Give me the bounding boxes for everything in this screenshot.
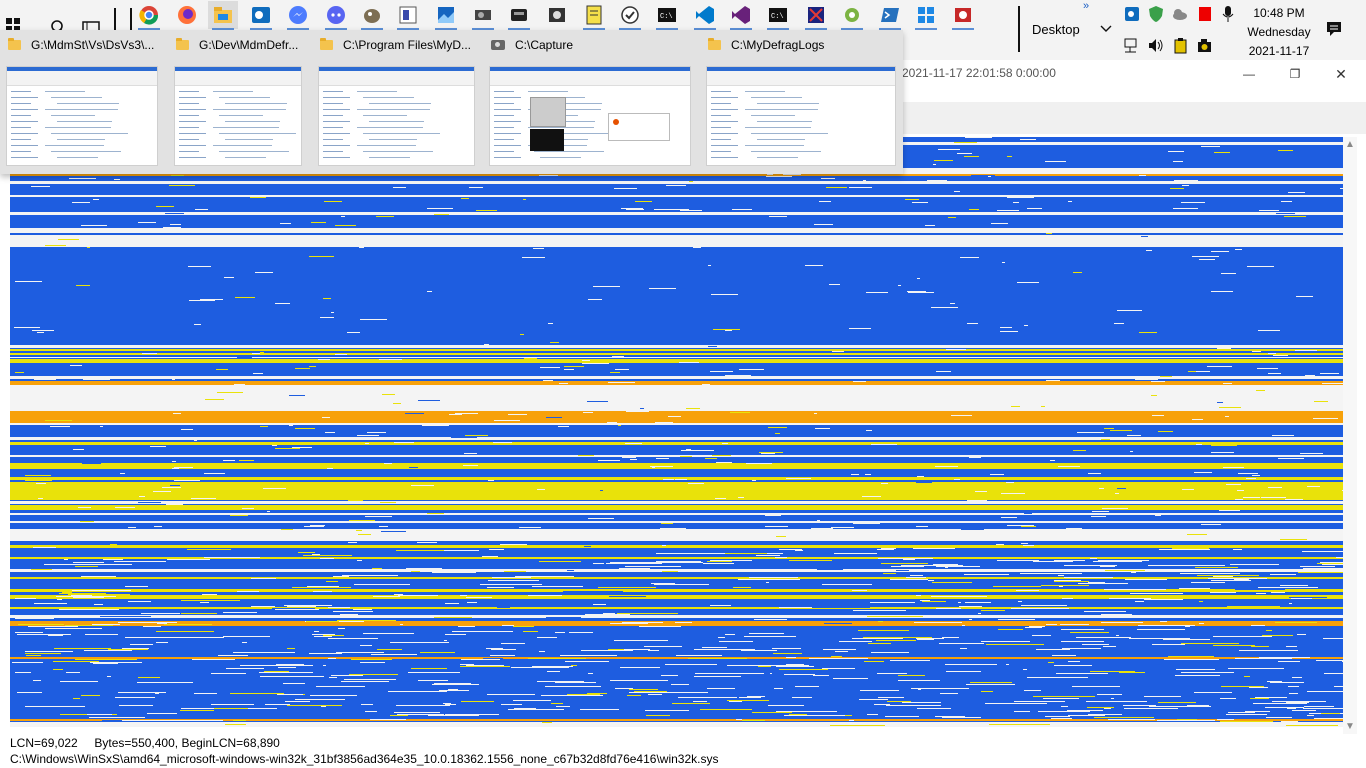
visual-studio-icon[interactable] <box>730 4 752 26</box>
window-title: 2021-11-17 22:01:58 0:00:00 <box>902 66 1056 80</box>
more-apps-chevron[interactable]: » <box>1083 0 1089 12</box>
thumbnail-title: G:\MdmSt\Vs\DsVs3\... <box>31 38 155 52</box>
folder-icon <box>176 38 189 50</box>
clock-date: 2021-11-17 <box>1248 44 1310 58</box>
notepad-icon[interactable] <box>583 4 605 26</box>
action-center-icon[interactable] <box>1325 20 1343 43</box>
thumbnail-title: C:\Capture <box>515 38 574 52</box>
chrome-icon[interactable] <box>138 4 160 26</box>
taskbar-separator <box>1018 6 1020 52</box>
chevron-down-icon[interactable] <box>1100 22 1112 36</box>
svg-text:C:\: C:\ <box>660 13 673 21</box>
disk-map-canvas <box>10 137 1343 727</box>
outlook-tray-icon[interactable] <box>1123 5 1141 23</box>
thumbnail-header: C:\Capture <box>491 36 573 54</box>
grid-icon[interactable] <box>915 4 937 26</box>
camera-icon[interactable] <box>1196 37 1213 54</box>
paint-icon[interactable] <box>397 4 419 26</box>
thumbnail-header: C:\MyDefragLogs <box>708 36 824 54</box>
app-icon[interactable] <box>805 4 827 26</box>
running-indicator <box>952 28 974 30</box>
taskbar-separator <box>114 8 116 30</box>
steam-icon[interactable] <box>472 4 494 26</box>
snipping-icon[interactable] <box>952 4 974 26</box>
running-indicator <box>915 28 937 30</box>
thumbnail-title: C:\Program Files\MyD... <box>343 38 472 52</box>
thumbnail-window-4[interactable]: C:\Capture <box>483 30 700 174</box>
camera-icon <box>491 40 505 50</box>
clock[interactable]: 10:48 PM Wednesday 2021-11-17 <box>1240 4 1318 61</box>
restore-button[interactable]: ❐ <box>1272 60 1318 88</box>
thumbnail-window-5[interactable]: C:\MyDefragLogs <box>700 30 903 174</box>
onedrive-icon[interactable] <box>1171 5 1189 23</box>
thumbnail-header: C:\Program Files\MyD... <box>320 36 471 54</box>
folder-icon <box>708 38 721 50</box>
thumbnail-preview <box>318 66 475 166</box>
thumbnail-preview <box>489 66 691 166</box>
desktop-toolbar-label[interactable]: Desktop <box>1032 22 1080 37</box>
file-explorer-icon[interactable] <box>208 1 238 29</box>
microphone-icon[interactable] <box>1219 5 1237 23</box>
thumbnail-preview <box>174 66 302 166</box>
close-button[interactable]: ✕ <box>1318 60 1364 88</box>
folder-icon <box>320 38 333 50</box>
thumbnail-preview <box>706 66 896 166</box>
outlook-icon[interactable] <box>250 4 272 26</box>
disk-cluster-map[interactable] <box>10 137 1343 727</box>
thumbnail-header: G:\MdmSt\Vs\DsVs3\... <box>8 36 154 54</box>
scroll-down-icon[interactable]: ▼ <box>1345 721 1355 732</box>
scroll-up-icon[interactable]: ▲ <box>1345 139 1355 150</box>
console-icon[interactable]: C:\ <box>656 4 678 26</box>
clock-time: 10:48 PM <box>1253 6 1305 20</box>
taskbar-separator <box>130 8 132 30</box>
minimize-button[interactable]: — <box>1226 60 1272 88</box>
firefox-icon[interactable] <box>176 4 198 26</box>
thumbnail-title: G:\Dev\MdmDefr... <box>199 38 299 52</box>
tool-icon[interactable] <box>508 4 530 26</box>
image-viewer-icon[interactable] <box>435 4 457 26</box>
thumbnail-window-2[interactable]: G:\Dev\MdmDefr... <box>168 30 312 174</box>
taskbar-thumbnail-popup: G:\MdmSt\Vs\DsVs3\... G:\Dev\MdmDefr... C:… <box>0 30 903 174</box>
thumbnail-preview <box>6 66 158 166</box>
powershell-icon[interactable] <box>879 4 901 26</box>
thumbnail-window-1[interactable]: G:\MdmSt\Vs\DsVs3\... <box>0 30 168 174</box>
checklist-icon[interactable] <box>619 4 641 26</box>
shield-icon[interactable] <box>1147 5 1165 23</box>
vertical-scrollbar[interactable]: ▲ ▼ <box>1343 137 1357 734</box>
cmd-icon[interactable]: C:\ <box>767 4 789 26</box>
status-lcn-info: LCN=69,022 Bytes=550,400, BeginLCN=68,89… <box>10 736 280 750</box>
discord-icon[interactable] <box>325 4 347 26</box>
clock-day: Wednesday <box>1247 25 1311 39</box>
vscode-icon[interactable] <box>694 4 716 26</box>
gpu-icon[interactable] <box>546 4 568 26</box>
messenger-icon[interactable] <box>287 4 309 26</box>
thumbnail-window-3[interactable]: C:\Program Files\MyD... <box>312 30 483 174</box>
power-icon[interactable] <box>1172 37 1189 54</box>
network-icon[interactable] <box>1123 37 1140 54</box>
svg-text:C:\: C:\ <box>771 13 784 21</box>
gimp-icon[interactable] <box>361 4 383 26</box>
folder-icon <box>8 38 21 50</box>
volume-icon[interactable] <box>1147 37 1164 54</box>
thumbnail-header: G:\Dev\MdmDefr... <box>176 36 298 54</box>
settings-icon[interactable] <box>841 4 863 26</box>
status-file-path: C:\Windows\WinSxS\amd64_microsoft-window… <box>10 752 719 766</box>
red-app-icon[interactable] <box>1196 5 1214 23</box>
thumbnail-title: C:\MyDefragLogs <box>731 38 825 52</box>
